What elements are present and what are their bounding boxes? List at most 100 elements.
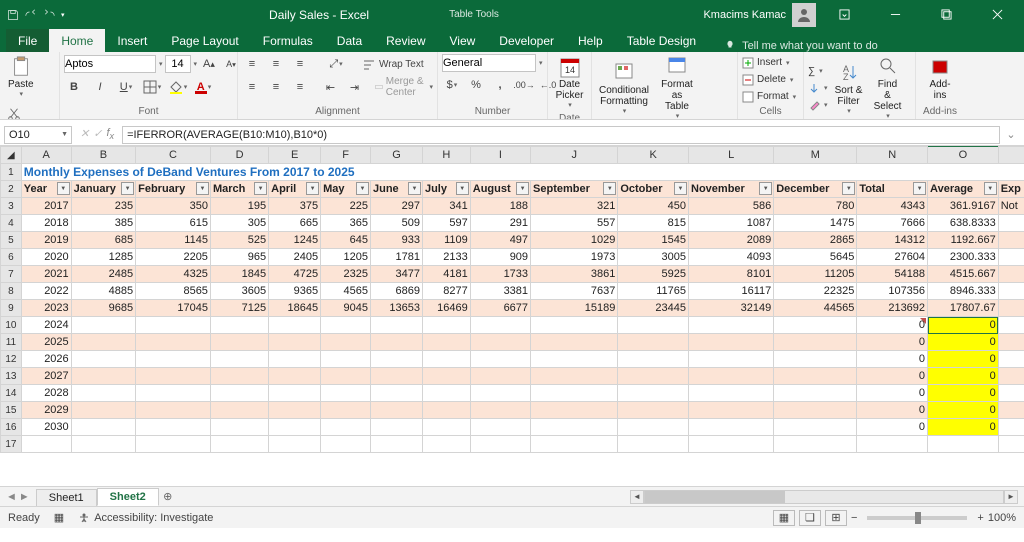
cell-L17[interactable] xyxy=(689,436,774,453)
cell-N6[interactable]: 27604 xyxy=(857,249,928,266)
table-header-october[interactable]: October▼ xyxy=(618,181,689,198)
column-header-L[interactable]: L xyxy=(689,147,774,164)
cell-F13[interactable] xyxy=(321,368,371,385)
cell-O6[interactable]: 2300.333 xyxy=(928,249,999,266)
row-header-10[interactable]: 10 xyxy=(1,317,22,334)
cell-L5[interactable]: 2089 xyxy=(689,232,774,249)
paste-button[interactable]: Paste▾ xyxy=(4,54,38,101)
cell-J12[interactable] xyxy=(531,351,618,368)
table-header-overflow[interactable]: Exp xyxy=(998,181,1024,198)
font-name-input[interactable] xyxy=(64,55,156,73)
cell-I16[interactable] xyxy=(470,419,530,436)
cell-F10[interactable] xyxy=(321,317,371,334)
cell-C10[interactable] xyxy=(136,317,211,334)
cell-A3[interactable]: 2017 xyxy=(21,198,71,215)
select-all-cell[interactable]: ◢ xyxy=(1,147,22,164)
cell-D8[interactable]: 3605 xyxy=(210,283,268,300)
cell-F7[interactable]: 2325 xyxy=(321,266,371,283)
cell-D14[interactable] xyxy=(210,385,268,402)
cell-G5[interactable]: 933 xyxy=(371,232,423,249)
cell-E9[interactable]: 18645 xyxy=(269,300,321,317)
cell-J14[interactable] xyxy=(531,385,618,402)
cell-C7[interactable]: 4325 xyxy=(136,266,211,283)
cell-B10[interactable] xyxy=(71,317,135,334)
cell-B15[interactable] xyxy=(71,402,135,419)
cell-M7[interactable]: 11205 xyxy=(774,266,857,283)
accessibility-status[interactable]: Accessibility: Investigate xyxy=(78,512,213,524)
tab-home[interactable]: Home xyxy=(49,29,105,52)
cell-C17[interactable] xyxy=(136,436,211,453)
cell-F16[interactable] xyxy=(321,419,371,436)
column-header-K[interactable]: K xyxy=(618,147,689,164)
cell-A4[interactable]: 2018 xyxy=(21,215,71,232)
cell-H13[interactable] xyxy=(422,368,470,385)
cell-B3[interactable]: 235 xyxy=(71,198,135,215)
cell-G9[interactable]: 13653 xyxy=(371,300,423,317)
align-center-icon[interactable]: ≡ xyxy=(266,77,286,97)
fill-color-button[interactable]: ▾ xyxy=(168,77,188,97)
zoom-level[interactable]: 100% xyxy=(988,512,1016,524)
underline-button[interactable]: U▾ xyxy=(116,77,136,97)
cell-J4[interactable]: 557 xyxy=(531,215,618,232)
cell-H10[interactable] xyxy=(422,317,470,334)
cell-A10[interactable]: 2024 xyxy=(21,317,71,334)
cell-H5[interactable]: 1109 xyxy=(422,232,470,249)
cut-icon[interactable] xyxy=(4,104,24,120)
cell-M5[interactable]: 2865 xyxy=(774,232,857,249)
find-select-button[interactable]: Find & Select▾ xyxy=(870,54,906,120)
cell-A5[interactable]: 2019 xyxy=(21,232,71,249)
table-header-total[interactable]: Total▼ xyxy=(857,181,928,198)
page-layout-view-icon[interactable]: ❏ xyxy=(799,510,821,526)
cell-I17[interactable] xyxy=(470,436,530,453)
increase-indent-icon[interactable]: ⇥ xyxy=(344,77,364,97)
cell-G8[interactable]: 6869 xyxy=(371,283,423,300)
cell-A15[interactable]: 2029 xyxy=(21,402,71,419)
cell-E5[interactable]: 1245 xyxy=(269,232,321,249)
cell-K15[interactable] xyxy=(618,402,689,419)
tab-scroll-left-icon[interactable]: ◄ xyxy=(6,491,17,503)
cell-overflow-3[interactable]: Not xyxy=(998,198,1024,215)
cell-K8[interactable]: 11765 xyxy=(618,283,689,300)
table-header-november[interactable]: November▼ xyxy=(689,181,774,198)
cell-D12[interactable] xyxy=(210,351,268,368)
cell-A9[interactable]: 2023 xyxy=(21,300,71,317)
filter-icon[interactable]: ▼ xyxy=(254,182,267,195)
cell-G6[interactable]: 1781 xyxy=(371,249,423,266)
bold-button[interactable]: B xyxy=(64,77,84,97)
increase-decimal-icon[interactable]: .00→ xyxy=(514,75,534,95)
cell-N5[interactable]: 14312 xyxy=(857,232,928,249)
cell-O13[interactable]: 0 xyxy=(928,368,999,385)
clear-button[interactable]: ▾ xyxy=(808,97,828,114)
tab-page-layout[interactable]: Page Layout xyxy=(159,29,250,52)
autosum-button[interactable]: ∑▾ xyxy=(808,63,828,80)
cell-K3[interactable]: 450 xyxy=(618,198,689,215)
worksheet-grid[interactable]: ◢ABCDEFGHIJKLMNO1Monthly Expenses of DeB… xyxy=(0,146,1024,486)
cell-A14[interactable]: 2028 xyxy=(21,385,71,402)
cell-B12[interactable] xyxy=(71,351,135,368)
cell-M3[interactable]: 780 xyxy=(774,198,857,215)
cell-G3[interactable]: 297 xyxy=(371,198,423,215)
table-header-july[interactable]: July▼ xyxy=(422,181,470,198)
cell-L13[interactable] xyxy=(689,368,774,385)
column-header-M[interactable]: M xyxy=(774,147,857,164)
fill-button[interactable]: ▾ xyxy=(808,80,828,97)
row-header-6[interactable]: 6 xyxy=(1,249,22,266)
cell-L12[interactable] xyxy=(689,351,774,368)
filter-icon[interactable]: ▼ xyxy=(356,182,369,195)
name-box[interactable]: O10▼ xyxy=(4,126,72,144)
row-header-2[interactable]: 2 xyxy=(1,181,22,198)
cell-O12[interactable]: 0 xyxy=(928,351,999,368)
table-header-september[interactable]: September▼ xyxy=(531,181,618,198)
cell-B7[interactable]: 2485 xyxy=(71,266,135,283)
cell-overflow-8[interactable] xyxy=(998,283,1024,300)
cell-L16[interactable] xyxy=(689,419,774,436)
cell-O4[interactable]: 638.8333 xyxy=(928,215,999,232)
cell-D4[interactable]: 305 xyxy=(210,215,268,232)
cell-I7[interactable]: 1733 xyxy=(470,266,530,283)
cell-overflow-11[interactable] xyxy=(998,334,1024,351)
cell-G17[interactable] xyxy=(371,436,423,453)
cell-overflow-4[interactable] xyxy=(998,215,1024,232)
cell-overflow-15[interactable] xyxy=(998,402,1024,419)
row-header-5[interactable]: 5 xyxy=(1,232,22,249)
cell-D5[interactable]: 525 xyxy=(210,232,268,249)
